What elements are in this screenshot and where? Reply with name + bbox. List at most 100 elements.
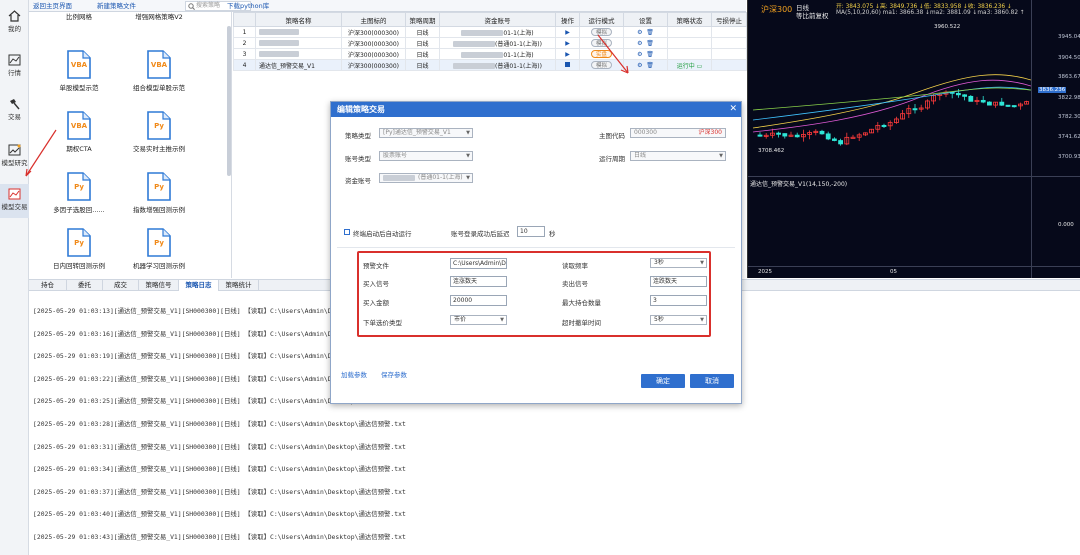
nav-home[interactable]: 我的 bbox=[0, 6, 29, 40]
table-header[interactable]: 设置 bbox=[623, 12, 668, 27]
login-delay-input[interactable]: 10 bbox=[517, 226, 545, 237]
tab-4[interactable]: 策略日志 bbox=[179, 280, 219, 291]
order-price-select[interactable]: 市价 ▼ bbox=[450, 315, 507, 325]
back-home-link[interactable]: 返回主页界面 bbox=[33, 1, 72, 11]
tab-1[interactable]: 委托 bbox=[67, 280, 103, 291]
delete-icon[interactable]: 🗑 bbox=[646, 62, 654, 69]
nav-label: 我的 bbox=[8, 25, 21, 33]
candle-body bbox=[838, 140, 843, 145]
load-params-link[interactable]: 加载参数 bbox=[341, 369, 367, 379]
play-icon[interactable]: ▶ bbox=[565, 51, 570, 58]
gear-icon[interactable]: ⚙ bbox=[637, 51, 642, 58]
delete-icon[interactable]: 🗑 bbox=[646, 40, 654, 47]
login-delay-unit: 秒 bbox=[549, 230, 556, 238]
timeout-value: 5秒 bbox=[654, 316, 664, 323]
template-item[interactable]: VBA 组合模型单股示范 bbox=[109, 50, 209, 92]
tab-0[interactable]: 持仓 bbox=[29, 280, 67, 291]
confirm-button[interactable]: 确定 bbox=[641, 374, 685, 388]
redacted-account bbox=[461, 52, 504, 58]
chevron-down-icon: ▼ bbox=[466, 175, 470, 181]
sell-signal-input[interactable]: 连跌数天 bbox=[650, 276, 707, 287]
max-hold-label: 最大持仓数量 bbox=[562, 299, 601, 307]
nav-model-trade[interactable]: 模型交易 bbox=[0, 184, 29, 218]
new-strategy-link[interactable]: 新建策略文件 bbox=[97, 1, 136, 11]
gear-icon[interactable]: ⚙ bbox=[637, 62, 642, 69]
row-index: 3 bbox=[233, 48, 256, 60]
run-mode-label: 模拟 bbox=[595, 30, 607, 36]
run-mode-toggle[interactable]: 模拟 bbox=[590, 61, 612, 69]
price-chart[interactable]: 沪深300 日线 等比前复权 开: 3843.075 ↓高: 3849.736 … bbox=[747, 0, 1080, 278]
row-account: (普通01-1(上海)) bbox=[495, 40, 542, 48]
candle-body bbox=[962, 94, 968, 97]
strategy-type-select[interactable]: [Py]通达信_预警交易_V1 ▼ bbox=[379, 128, 473, 138]
delete-icon[interactable]: 🗑 bbox=[646, 29, 654, 36]
table-header[interactable]: 策略状态 bbox=[667, 12, 712, 27]
max-hold-input[interactable]: 3 bbox=[650, 295, 707, 306]
fund-account-select[interactable]: (普通01-1(上海) ▼ bbox=[379, 173, 473, 183]
row-symbol: 沪深300(000300) bbox=[341, 37, 406, 49]
delete-icon[interactable]: 🗑 bbox=[646, 51, 654, 58]
table-header[interactable]: 策略名称 bbox=[255, 12, 342, 27]
account-type-select[interactable]: 股票账号 ▼ bbox=[379, 151, 473, 161]
table-header[interactable]: 运行模式 bbox=[579, 12, 624, 27]
template-name: 交易实时主推示例 bbox=[133, 145, 185, 153]
save-params-link[interactable]: 保存参数 bbox=[381, 369, 407, 379]
timeout-select[interactable]: 5秒 ▼ bbox=[650, 315, 707, 325]
template-file-icon: Py bbox=[147, 228, 171, 257]
template-item[interactable]: Py 机器学习回测示例 bbox=[109, 228, 209, 270]
template-item[interactable]: 增强网格策略V2 bbox=[109, 12, 209, 21]
log-line: [2025-05-29 01:03:25][通达信_预警交易_V1][SH000… bbox=[33, 397, 359, 406]
trade-hammer-icon bbox=[10, 99, 20, 110]
cancel-button[interactable]: 取消 bbox=[690, 374, 734, 388]
stop-icon[interactable] bbox=[565, 61, 570, 67]
nav-market[interactable]: 行情 bbox=[0, 50, 29, 84]
buy-signal-input[interactable]: 连涨数天 bbox=[450, 276, 507, 287]
log-line: [2025-05-29 01:03:40][通达信_预警交易_V1][SH000… bbox=[33, 510, 406, 519]
read-freq-select[interactable]: 3秒 ▼ bbox=[650, 258, 707, 268]
buy-amount-input[interactable]: 20000 bbox=[450, 295, 507, 306]
close-icon[interactable]: ✕ bbox=[729, 102, 737, 117]
table-header[interactable]: 操作 bbox=[555, 12, 580, 27]
auto-run-checkbox[interactable] bbox=[344, 229, 350, 235]
read-freq-value: 3秒 bbox=[654, 259, 664, 266]
gallery-scrollbar[interactable] bbox=[227, 26, 231, 176]
tab-2[interactable]: 成交 bbox=[103, 280, 139, 291]
table-row[interactable]: 2 沪深300(000300) 日线 (普通01-1(上海)) ▶ 模拟 ⚙ 🗑 bbox=[233, 37, 747, 49]
download-python-link[interactable]: 下载python库 bbox=[227, 1, 269, 11]
strategy-name: 通达信_预警交易_V1 bbox=[259, 62, 315, 70]
table-header[interactable] bbox=[233, 12, 256, 27]
main-code-field[interactable]: 000300 沪深300 bbox=[630, 128, 726, 138]
gear-icon[interactable]: ⚙ bbox=[637, 40, 642, 47]
redacted-name bbox=[259, 51, 299, 57]
redacted-name bbox=[259, 29, 299, 35]
monitor-icon[interactable]: ▭ bbox=[697, 63, 703, 70]
run-period-select[interactable]: 日线 ▼ bbox=[630, 151, 726, 161]
table-header[interactable]: 主图标的 bbox=[341, 12, 406, 27]
table-header[interactable]: 亏损停止 bbox=[711, 12, 747, 27]
template-name: 增强网格策略V2 bbox=[135, 13, 183, 21]
chevron-down-icon: ▼ bbox=[700, 260, 704, 266]
table-header[interactable]: 资金账号 bbox=[439, 12, 556, 27]
strategy-type-value: [Py]通达信_预警交易_V1 bbox=[383, 129, 451, 136]
main-code-name: 沪深300 bbox=[698, 129, 722, 136]
play-icon[interactable]: ▶ bbox=[565, 40, 570, 47]
table-row[interactable]: 3 沪深300(000300) 日线 01-1(上海) ▶ 实盘 ⚙ 🗑 bbox=[233, 48, 747, 60]
run-mode-toggle[interactable]: 模拟 bbox=[590, 28, 612, 36]
template-item[interactable]: Py 交易实时主推示例 bbox=[109, 111, 209, 153]
template-item[interactable]: Py 指数增强回测示例 bbox=[109, 172, 209, 214]
template-file-icon: VBA bbox=[67, 50, 91, 79]
table-header[interactable]: 策略周期 bbox=[405, 12, 440, 27]
gear-icon[interactable]: ⚙ bbox=[637, 29, 642, 36]
tab-3[interactable]: 策略信号 bbox=[139, 280, 179, 291]
nav-model-research[interactable]: 模型研究 bbox=[0, 140, 29, 174]
table-row[interactable]: 1 沪深300(000300) 日线 01-1(上海) ▶ 模拟 ⚙ 🗑 bbox=[233, 26, 747, 38]
run-mode-toggle[interactable]: 模拟 bbox=[590, 39, 612, 47]
alert-file-input[interactable]: C:\Users\Admin\D bbox=[450, 258, 507, 269]
template-tag: VBA bbox=[70, 122, 88, 130]
tab-5[interactable]: 策略统计 bbox=[219, 280, 259, 291]
play-icon[interactable]: ▶ bbox=[565, 29, 570, 36]
run-period-value: 日线 bbox=[634, 152, 647, 159]
nav-trade[interactable]: 交易 bbox=[0, 94, 29, 128]
run-mode-toggle[interactable]: 实盘 bbox=[590, 50, 612, 58]
table-row[interactable]: 4 通达信_预警交易_V1 沪深300(000300) 日线 (普通01-1(上海)) 模… bbox=[233, 59, 747, 71]
